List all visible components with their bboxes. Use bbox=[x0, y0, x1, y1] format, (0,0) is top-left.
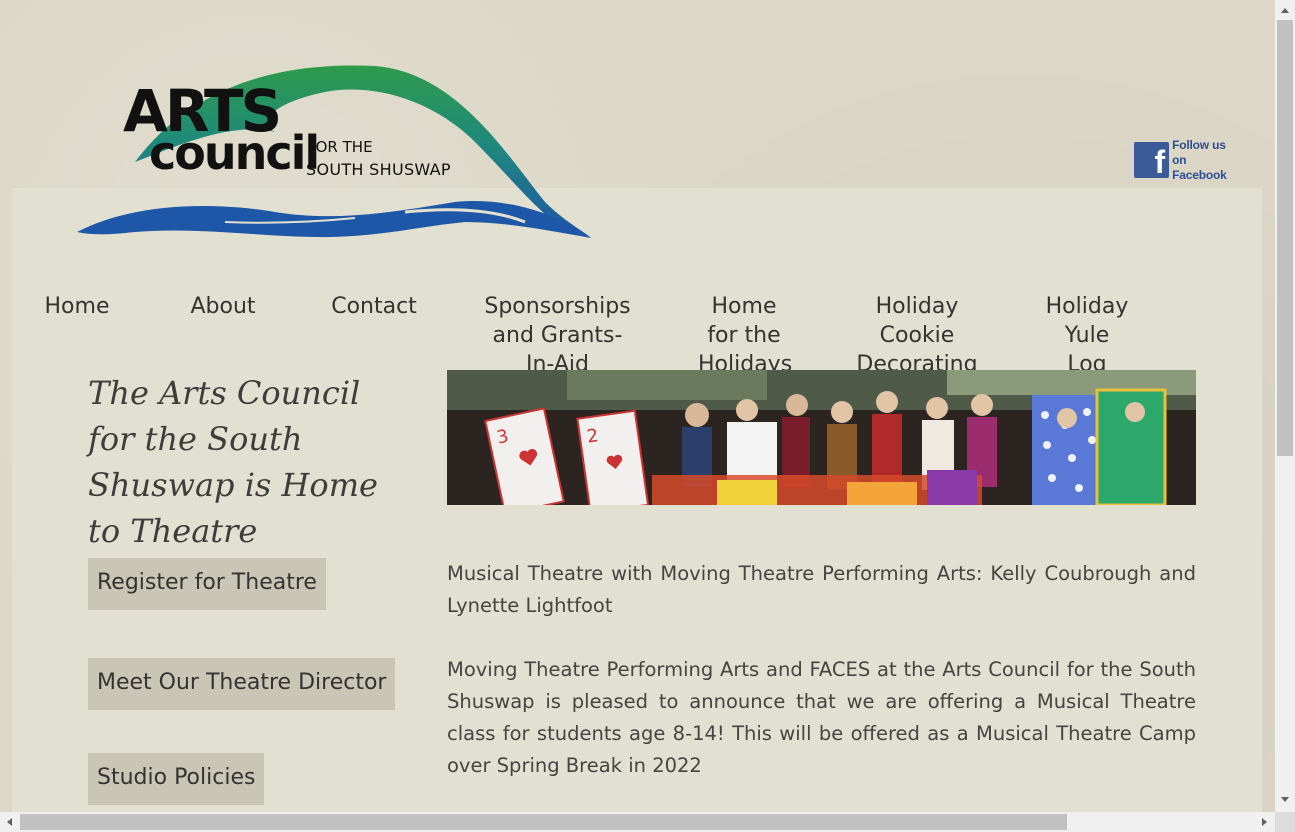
horizontal-scroll-thumb[interactable] bbox=[20, 814, 1067, 830]
register-for-theatre-button[interactable]: Register for Theatre bbox=[88, 558, 326, 610]
main-nav: Home About Contact Sponsorships and Gran… bbox=[12, 292, 1262, 372]
scroll-down-arrow-icon[interactable] bbox=[1281, 797, 1289, 802]
meet-theatre-director-button[interactable]: Meet Our Theatre Director bbox=[88, 658, 396, 710]
nav-home-for-holidays[interactable]: Home for the Holidays bbox=[698, 292, 792, 372]
scroll-right-arrow-icon[interactable] bbox=[1262, 818, 1267, 826]
nav-contact[interactable]: Contact bbox=[324, 292, 424, 321]
nav-about[interactable]: About bbox=[182, 292, 264, 321]
logo-word-council: council bbox=[149, 126, 320, 180]
scroll-up-arrow-icon[interactable] bbox=[1281, 8, 1289, 13]
studio-policies-button[interactable]: Studio Policies bbox=[88, 753, 265, 805]
facebook-icon: f bbox=[1134, 142, 1170, 178]
logo-sub-for-the: FOR THE bbox=[307, 138, 373, 156]
facebook-follow-link[interactable]: f Follow us on Facebook bbox=[1134, 137, 1242, 182]
nav-sponsorships[interactable]: Sponsorships and Grants-In-Aid bbox=[480, 292, 635, 372]
logo-sub-south-shuswap: SOUTH SHUSWAP bbox=[306, 160, 451, 179]
page-heading: The Arts Council for the South Shuswap i… bbox=[88, 374, 378, 550]
nav-holiday-yule-log[interactable]: Holiday Yule Log bbox=[1044, 292, 1130, 372]
horizontal-scrollbar[interactable] bbox=[0, 812, 1275, 832]
vertical-scroll-thumb[interactable] bbox=[1277, 20, 1293, 456]
announcement-paragraph: Moving Theatre Performing Arts and FACES… bbox=[447, 658, 1196, 777]
scrollbar-corner bbox=[1275, 812, 1295, 832]
facebook-line2: on Facebook bbox=[1172, 152, 1227, 182]
vertical-scrollbar[interactable] bbox=[1275, 0, 1295, 812]
nav-holiday-cookie[interactable]: Holiday Cookie Decorating bbox=[854, 292, 980, 372]
scroll-left-arrow-icon[interactable] bbox=[7, 818, 12, 826]
nav-home[interactable]: Home bbox=[34, 292, 120, 321]
facebook-line1: Follow us bbox=[1172, 137, 1226, 152]
theatre-cast-banner-image: 3 2 bbox=[447, 370, 1196, 505]
intro-paragraph: Musical Theatre with Moving Theatre Perf… bbox=[447, 562, 1196, 617]
arts-council-logo[interactable]: ARTS council FOR THE SOUTH SHUSWAP bbox=[75, 62, 595, 242]
